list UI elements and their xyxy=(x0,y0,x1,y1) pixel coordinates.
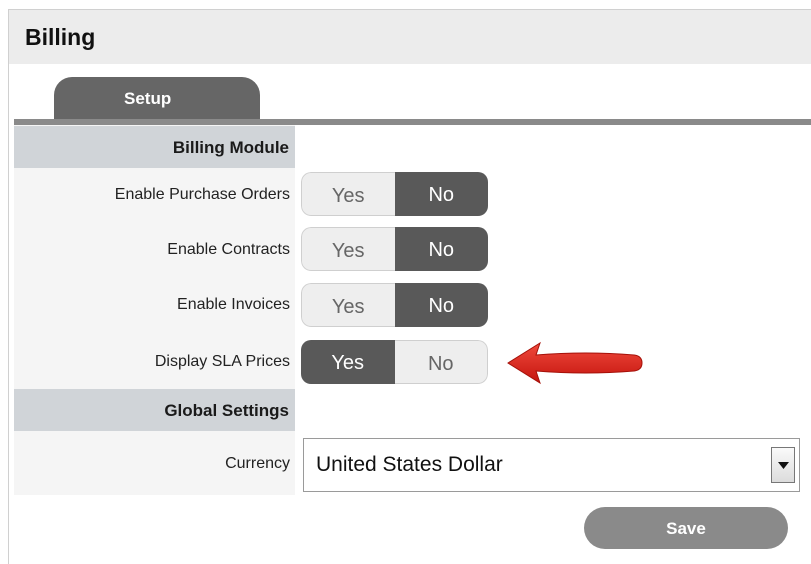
section-billing-module: Billing Module xyxy=(14,126,295,168)
currency-label: Currency xyxy=(225,455,290,472)
chevron-down-icon xyxy=(778,462,789,469)
enable-invoices-label: Enable Invoices xyxy=(177,296,290,313)
section-title: Billing Module xyxy=(172,138,289,157)
section-title: Global Settings xyxy=(164,401,289,420)
currency-select[interactable]: United States Dollar xyxy=(303,438,800,492)
enable-purchase-orders-toggle: Yes No xyxy=(301,172,488,216)
yes-option[interactable]: Yes xyxy=(301,283,395,327)
display-sla-prices-label: Display SLA Prices xyxy=(154,353,290,370)
currency-value: United States Dollar xyxy=(316,453,503,476)
yes-option[interactable]: Yes xyxy=(301,340,395,384)
no-option[interactable]: No xyxy=(394,172,488,216)
tab-setup[interactable]: Setup xyxy=(54,77,260,119)
no-option[interactable]: No xyxy=(394,340,488,384)
save-button[interactable]: Save xyxy=(584,507,788,549)
dropdown-button[interactable] xyxy=(771,447,795,483)
enable-invoices-toggle: Yes No xyxy=(301,283,488,327)
section-global-settings: Global Settings xyxy=(14,389,295,431)
enable-purchase-orders-label: Enable Purchase Orders xyxy=(114,186,290,203)
page-header: Billing xyxy=(9,10,811,64)
yes-option[interactable]: Yes xyxy=(301,172,395,216)
display-sla-prices-toggle: Yes No xyxy=(301,340,488,384)
page-title: Billing xyxy=(25,24,96,50)
enable-contracts-label: Enable Contracts xyxy=(167,241,290,258)
enable-contracts-toggle: Yes No xyxy=(301,227,488,271)
yes-option[interactable]: Yes xyxy=(301,227,395,271)
annotation-arrow-icon xyxy=(507,341,643,385)
no-option[interactable]: No xyxy=(394,227,488,271)
no-option[interactable]: No xyxy=(394,283,488,327)
